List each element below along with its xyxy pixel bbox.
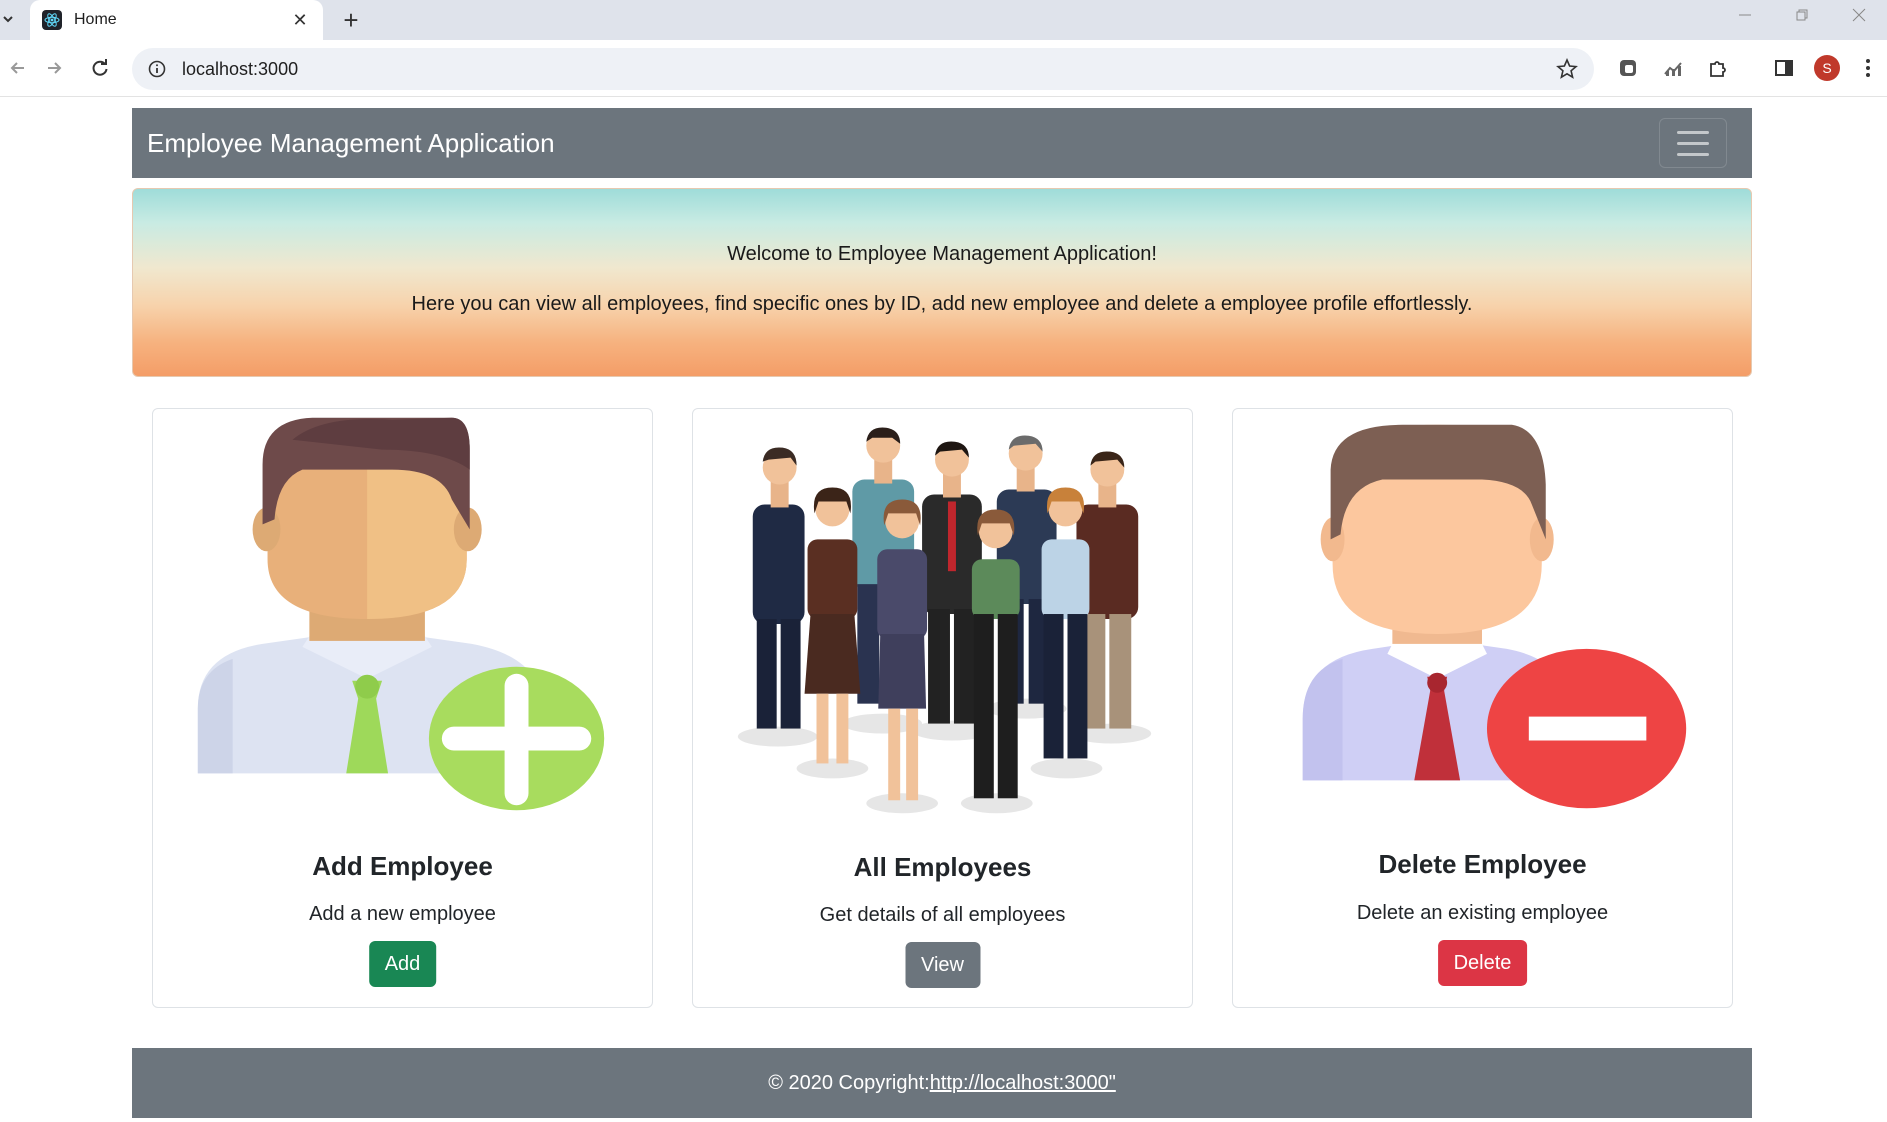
menu-icon[interactable] [1856, 50, 1880, 86]
minimize-icon [1738, 14, 1751, 16]
delete-button[interactable]: Delete [1437, 940, 1528, 986]
add-employee-card: Add Employee Add a new employee Add [152, 408, 653, 1008]
card-title: Delete Employee [1378, 849, 1587, 879]
all-employees-card: All Employees Get details of all employe… [692, 408, 1193, 1008]
minimize-button[interactable] [1716, 0, 1773, 30]
browser-tab[interactable]: Home ✕ [30, 0, 323, 40]
arrow-right-icon [48, 62, 62, 74]
profile-button[interactable]: S [1809, 50, 1845, 86]
forward-button[interactable] [36, 50, 72, 86]
footer: © 2020 Copyright: http://localhost:3000" [132, 1048, 1752, 1118]
back-button[interactable] [0, 50, 36, 86]
navbar-brand[interactable]: Employee Management Application [147, 128, 555, 159]
card-title: Add Employee [312, 851, 493, 881]
welcome-heading: Welcome to Employee Management Applicati… [727, 243, 1157, 265]
card-title: All Employees [853, 852, 1032, 882]
welcome-banner: Welcome to Employee Management Applicati… [132, 188, 1752, 377]
tab-search-button[interactable] [0, 4, 16, 34]
reload-button[interactable] [82, 50, 118, 86]
tab-close-icon[interactable]: ✕ [289, 9, 311, 31]
window-controls [1716, 0, 1887, 30]
close-window-button[interactable] [1830, 0, 1887, 30]
welcome-text: Here you can view all employees, find sp… [411, 293, 1473, 315]
footer-copyright: © 2020 Copyright: [768, 1071, 930, 1094]
react-logo-icon [44, 13, 60, 27]
new-tab-button[interactable]: + [334, 3, 368, 37]
restore-button[interactable] [1773, 0, 1830, 30]
navbar: Employee Management Application [132, 108, 1752, 178]
browser-toolbar: localhost:3000 S [0, 40, 1887, 97]
delete-employee-illustration [1302, 424, 1687, 809]
address-url: localhost:3000 [182, 58, 299, 79]
star-icon[interactable] [1556, 58, 1578, 80]
extension-icon[interactable] [1700, 50, 1736, 86]
info-icon[interactable] [148, 60, 166, 78]
hamburger-icon[interactable] [1659, 118, 1727, 168]
footer-link[interactable]: http://localhost:3000" [930, 1072, 1116, 1095]
delete-employee-card: Delete Employee Delete an existing emplo… [1232, 408, 1733, 1008]
sidebar-icon[interactable] [1766, 50, 1802, 86]
profile-avatar: S [1814, 55, 1840, 81]
person-1 [752, 447, 805, 729]
tab-title: Home [74, 11, 117, 28]
react-favicon [42, 10, 62, 30]
add-employee-illustration [197, 417, 605, 811]
reload-icon [92, 59, 108, 76]
performance-icon[interactable] [1655, 50, 1691, 86]
extension-shield-icon[interactable] [1610, 50, 1646, 86]
card-text: Get details of all employees [819, 904, 1066, 926]
close-icon [1852, 8, 1865, 22]
restore-icon [1796, 9, 1807, 21]
add-button[interactable]: Add [368, 941, 437, 987]
card-text: Add a new employee [309, 903, 496, 925]
tab-strip: Home ✕ + [0, 0, 1887, 40]
view-button[interactable]: View [905, 942, 980, 988]
all-employees-illustration [737, 427, 1152, 814]
chevron-down-icon [3, 16, 13, 23]
arrow-left-icon [10, 62, 24, 74]
address-bar[interactable]: localhost:3000 [132, 48, 1594, 90]
card-text: Delete an existing employee [1356, 902, 1609, 924]
